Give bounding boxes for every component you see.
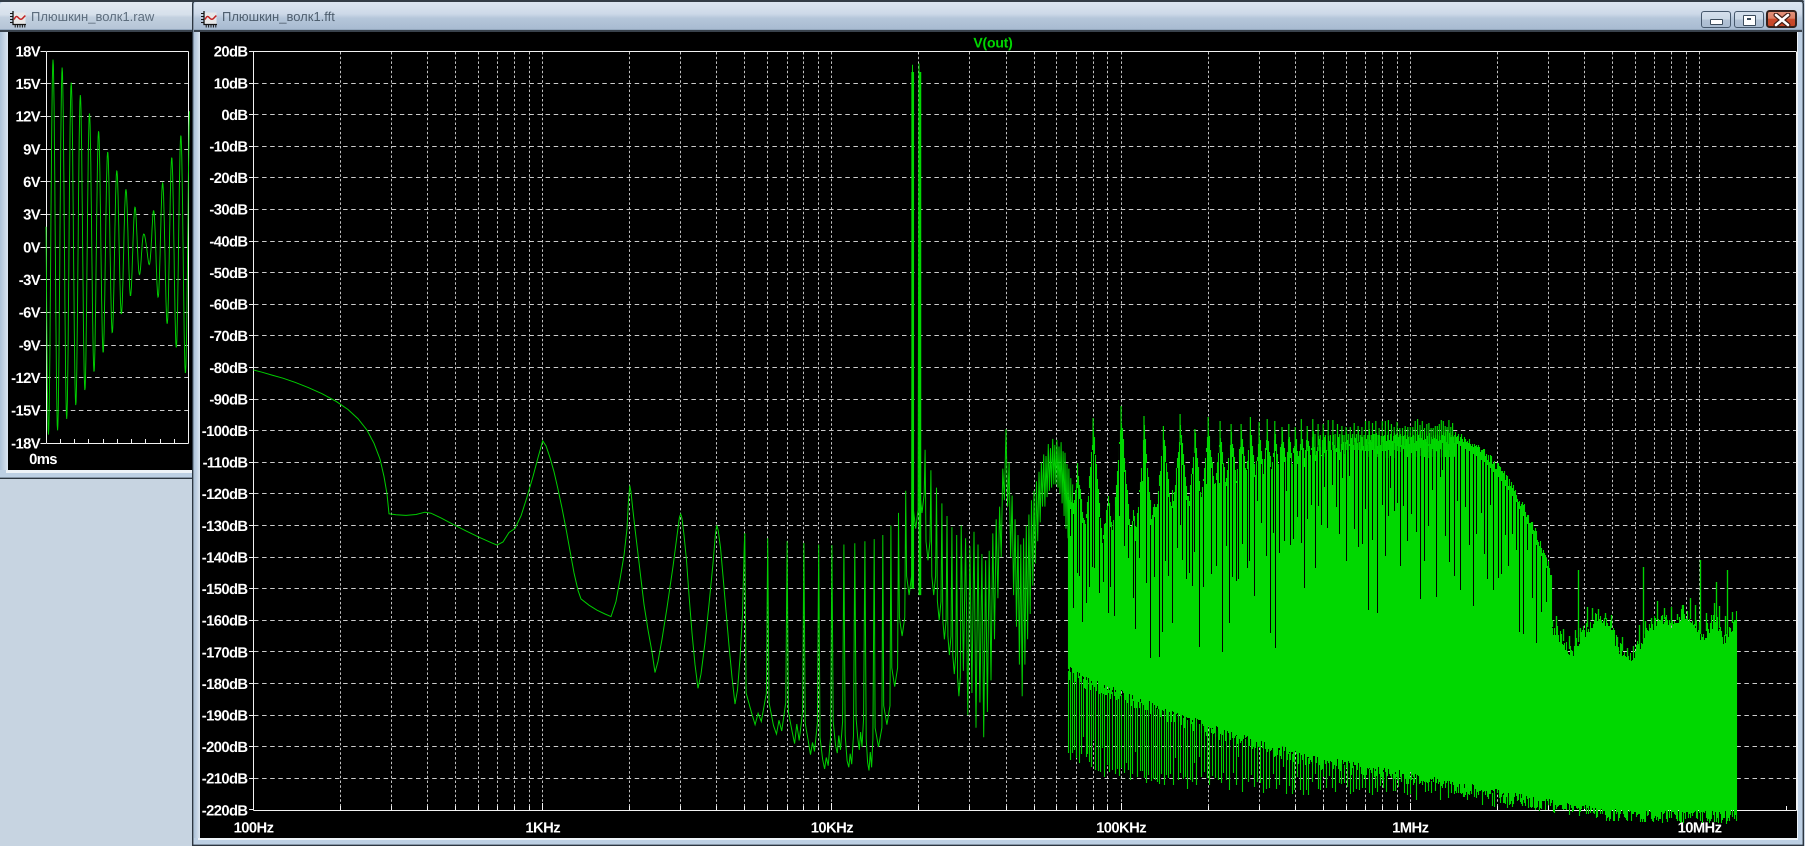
svg-text:-10dB: -10dB — [209, 140, 248, 156]
svg-text:-18V: -18V — [11, 436, 41, 452]
svg-text:-190dB: -190dB — [202, 709, 249, 725]
svg-text:10MHz: 10MHz — [1678, 821, 1722, 837]
svg-text:-40dB: -40dB — [209, 234, 248, 250]
svg-text:-3V: -3V — [19, 273, 41, 289]
svg-text:-100dB: -100dB — [202, 424, 249, 440]
svg-text:0dB: 0dB — [221, 108, 248, 124]
svg-text:-6V: -6V — [19, 306, 41, 322]
svg-text:-50dB: -50dB — [209, 266, 248, 282]
svg-text:-200dB: -200dB — [202, 740, 249, 756]
svg-text:20dB: 20dB — [214, 45, 249, 61]
svg-text:15V: 15V — [15, 77, 40, 93]
svg-text:V(out): V(out) — [973, 35, 1012, 51]
svg-text:-150dB: -150dB — [202, 582, 249, 598]
svg-text:0ms: 0ms — [29, 452, 57, 468]
svg-text:-180dB: -180dB — [202, 677, 249, 693]
svg-text:1KHz: 1KHz — [525, 821, 560, 837]
svg-text:-120dB: -120dB — [202, 487, 249, 503]
svg-text:10KHz: 10KHz — [811, 821, 853, 837]
svg-text:6V: 6V — [23, 175, 41, 191]
svg-text:18V: 18V — [15, 44, 40, 60]
svg-text:9V: 9V — [23, 142, 41, 158]
svg-text:100KHz: 100KHz — [1096, 821, 1146, 837]
svg-text:-170dB: -170dB — [202, 645, 249, 661]
svg-text:-12V: -12V — [11, 371, 41, 387]
svg-text:-220dB: -220dB — [202, 803, 249, 819]
svg-text:-80dB: -80dB — [209, 361, 248, 377]
svg-text:-70dB: -70dB — [209, 329, 248, 345]
svg-text:-20dB: -20dB — [209, 171, 248, 187]
svg-text:12V: 12V — [15, 110, 40, 126]
svg-text:-15V: -15V — [11, 404, 41, 420]
svg-text:0V: 0V — [23, 240, 41, 256]
svg-text:3V: 3V — [23, 208, 41, 224]
svg-text:-9V: -9V — [19, 338, 41, 354]
svg-text:-140dB: -140dB — [202, 550, 249, 566]
svg-text:-60dB: -60dB — [209, 298, 248, 314]
svg-text:-90dB: -90dB — [209, 392, 248, 408]
svg-text:10dB: 10dB — [214, 76, 249, 92]
svg-text:-130dB: -130dB — [202, 519, 249, 535]
svg-text:1MHz: 1MHz — [1392, 821, 1428, 837]
svg-text:100Hz: 100Hz — [234, 821, 274, 837]
svg-text:-110dB: -110dB — [203, 456, 249, 472]
svg-text:-210dB: -210dB — [202, 772, 249, 788]
svg-text:-160dB: -160dB — [202, 614, 249, 630]
svg-text:-30dB: -30dB — [209, 203, 248, 219]
